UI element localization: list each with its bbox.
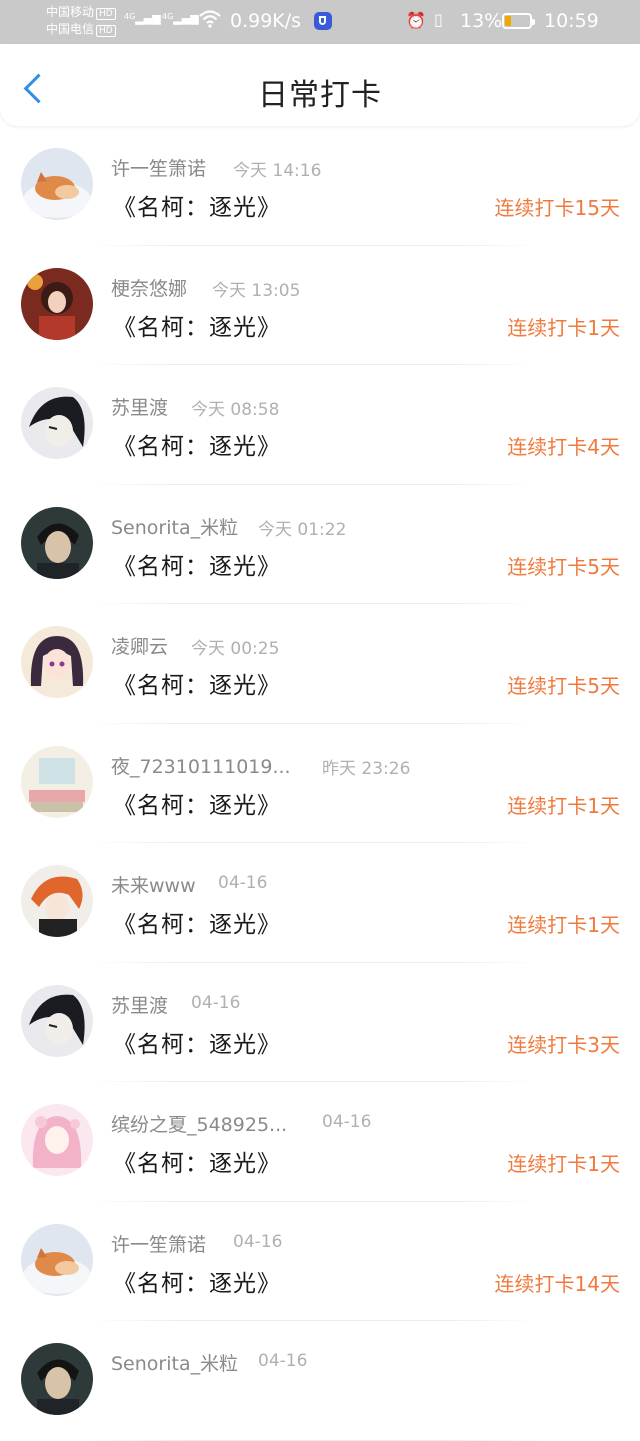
hd-badge: HD xyxy=(96,25,116,37)
book-title: 《名柯：逐光》 xyxy=(113,434,281,460)
avatar[interactable] xyxy=(21,745,93,818)
avatar[interactable] xyxy=(21,1223,93,1296)
streak-label: 连续打卡14天 xyxy=(494,1271,620,1296)
wifi-icon xyxy=(198,9,222,33)
avatar[interactable] xyxy=(21,387,93,459)
list-item[interactable]: 许一笙箫诺 今天 14:16 《名柯：逐光》 连续打卡15天 xyxy=(0,126,640,246)
user-name: 许一笙箫诺 xyxy=(111,1233,207,1256)
checkin-time: 04-16 xyxy=(322,1112,372,1132)
checkin-time: 今天 08:58 xyxy=(191,400,280,420)
book-title: 《名柯：逐光》 xyxy=(113,673,281,699)
streak-label: 连续打卡4天 xyxy=(507,435,620,459)
user-name: 未来www xyxy=(111,875,196,897)
avatar[interactable] xyxy=(21,267,93,340)
user-name: 苏里渡 xyxy=(111,397,169,419)
hd-badge: HD xyxy=(96,8,116,20)
user-name: 缤纷之夏_548925... xyxy=(111,1114,288,1136)
page-title: 日常打卡 xyxy=(258,78,382,113)
nav-header: 日常打卡 xyxy=(0,44,640,126)
checkin-time: 04-16 xyxy=(233,1231,283,1252)
streak-label: 连续打卡1天 xyxy=(507,315,620,340)
streak-label: 连续打卡1天 xyxy=(507,793,620,818)
user-name: Senorita_米粒 xyxy=(111,1353,239,1375)
list-item[interactable]: Senorita_米粒 今天 01:22 《名柯：逐光》 连续打卡5天 xyxy=(0,485,640,605)
list-item[interactable]: 苏里渡 今天 08:58 《名柯：逐光》 连续打卡4天 xyxy=(0,365,640,485)
avatar[interactable] xyxy=(21,626,93,698)
user-name: 凌卿云 xyxy=(111,636,169,658)
streak-label: 连续打卡5天 xyxy=(507,554,620,579)
list-item[interactable]: 苏里渡 04-16 《名柯：逐光》 连续打卡3天 xyxy=(0,963,640,1083)
user-name: 许一笙箫诺 xyxy=(111,158,207,180)
user-name: 梗奈悠娜 xyxy=(111,277,188,300)
book-title: 《名柯：逐光》 xyxy=(113,1031,281,1058)
avatar[interactable] xyxy=(21,984,93,1057)
checkin-time: 昨天 23:26 xyxy=(322,758,411,779)
user-name: 夜_72310111019... xyxy=(111,755,291,778)
user-name: 苏里渡 xyxy=(111,994,169,1017)
book-title: 《名柯：逐光》 xyxy=(113,1151,281,1177)
checkin-time: 今天 14:16 xyxy=(233,161,322,181)
streak-label: 连续打卡1天 xyxy=(507,1152,620,1176)
avatar[interactable] xyxy=(21,148,93,220)
network-speed: 0.99K/s xyxy=(230,10,302,32)
streak-label: 连续打卡1天 xyxy=(507,913,620,937)
checkin-time: 04-16 xyxy=(258,1351,308,1371)
checkin-time: 04-16 xyxy=(218,873,268,893)
book-title: 《名柯：逐光》 xyxy=(113,195,281,221)
book-title: 《名柯：逐光》 xyxy=(113,553,281,580)
signal-icon: 4G▂▄▆ xyxy=(162,12,199,25)
list-item[interactable]: 未来www 04-16 《名柯：逐光》 连续打卡1天 xyxy=(0,843,640,963)
avatar[interactable] xyxy=(21,1104,93,1176)
avatar[interactable] xyxy=(21,506,93,579)
music-app-icon xyxy=(314,12,332,30)
list-item[interactable]: 凌卿云 今天 00:25 《名柯：逐光》 连续打卡5天 xyxy=(0,604,640,724)
battery-percent: 13% xyxy=(460,10,503,32)
list-item[interactable]: 缤纷之夏_548925... 04-16 《名柯：逐光》 连续打卡1天 xyxy=(0,1082,640,1202)
streak-label: 连续打卡5天 xyxy=(507,674,620,698)
list-item[interactable]: 许一笙箫诺 04-16 《名柯：逐光》 连续打卡14天 xyxy=(0,1202,640,1322)
status-time: 10:59 xyxy=(544,10,599,32)
checkin-list: 许一笙箫诺 今天 14:16 《名柯：逐光》 连续打卡15天梗奈悠娜 今天 13:05 《… xyxy=(0,126,640,1441)
carrier-1: 中国移动 xyxy=(46,5,95,19)
user-name: Senorita_米粒 xyxy=(111,516,239,539)
status-bar: 中国移动 HD 中国电信 HD 4G▂▄▆ 4G▂▄▆ 0.99K/s ⏰ ▯ 13… xyxy=(0,0,640,44)
avatar[interactable] xyxy=(21,1343,93,1415)
list-item[interactable]: Senorita_米粒 04-16 xyxy=(0,1321,640,1441)
streak-label: 连续打卡15天 xyxy=(494,196,620,220)
book-title: 《名柯：逐光》 xyxy=(113,792,281,819)
signal-icon: 4G▂▄▆ xyxy=(124,12,161,25)
book-title: 《名柯：逐光》 xyxy=(113,314,281,341)
checkin-time: 今天 00:25 xyxy=(191,639,280,659)
checkin-time: 04-16 xyxy=(191,992,241,1013)
streak-label: 连续打卡3天 xyxy=(507,1032,620,1057)
carrier-2: 中国电信 xyxy=(46,22,95,36)
book-title: 《名柯：逐光》 xyxy=(113,912,281,938)
list-item[interactable]: 梗奈悠娜 今天 13:05 《名柯：逐光》 连续打卡1天 xyxy=(0,246,640,366)
book-title: 《名柯：逐光》 xyxy=(113,1270,281,1297)
list-item[interactable]: 夜_72310111019... 昨天 23:26 《名柯：逐光》 连续打卡1天 xyxy=(0,724,640,844)
avatar[interactable] xyxy=(21,865,93,937)
checkin-time: 今天 13:05 xyxy=(212,280,301,301)
checkin-time: 今天 01:22 xyxy=(258,519,347,540)
battery-icon xyxy=(502,13,535,29)
carrier-info: 中国移动 HD 中国电信 HD xyxy=(46,4,116,38)
alarm-icon: ⏰ xyxy=(406,11,426,30)
vibrate-icon: ▯ xyxy=(434,10,443,29)
